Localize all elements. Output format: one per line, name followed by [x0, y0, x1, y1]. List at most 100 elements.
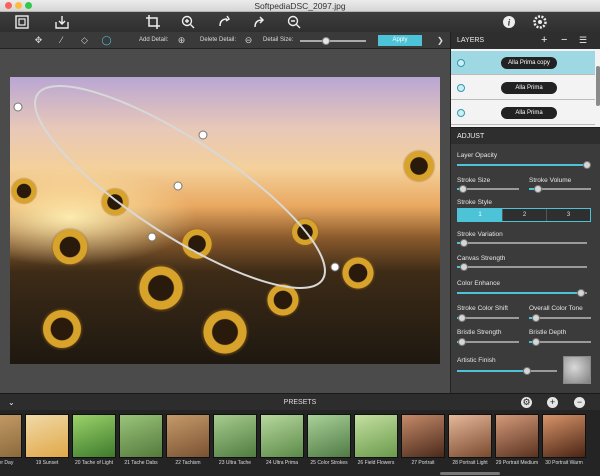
app-window: SoftpediaDSC_2097.jpg i ✥ ⁄ ◇ ◯ Add Deta… — [0, 0, 600, 476]
preset-thumbnail[interactable] — [166, 414, 210, 458]
remove-layer-icon[interactable]: − — [561, 32, 567, 49]
layer-row[interactable]: Alla Prima — [451, 76, 595, 100]
preset-thumbnail[interactable] — [542, 414, 586, 458]
add-preset-button[interactable]: + — [547, 397, 558, 408]
preset-item[interactable]: 28 Portrait Light — [448, 414, 492, 476]
preset-item[interactable]: 21 Tache Dabs — [119, 414, 163, 476]
lasso-icon[interactable]: ◯ — [101, 35, 112, 46]
eraser-icon[interactable]: ◇ — [79, 35, 90, 46]
preset-thumbnail[interactable] — [260, 414, 304, 458]
brush-icon[interactable]: ⁄ — [56, 35, 67, 46]
right-panel: LAYERS + − ☰ Alla Prima copy Alla Prima … — [450, 32, 600, 393]
window-title: SoftpediaDSC_2097.jpg — [254, 1, 346, 11]
adjust-header: ADJUST — [451, 127, 600, 144]
stroke-volume-label: Stroke Volume — [529, 177, 572, 184]
preset-item[interactable]: 25 Color Strokes — [307, 414, 351, 476]
preset-thumbnail[interactable] — [25, 414, 69, 458]
layer-row[interactable]: Alla Prima copy — [451, 51, 595, 75]
color-enhance-slider[interactable] — [457, 289, 587, 297]
preset-item[interactable]: 29 Portrait Medium — [495, 414, 539, 476]
layers-scrollbar[interactable] — [596, 66, 600, 106]
layer-opacity-slider[interactable] — [457, 161, 591, 169]
preset-options-icon[interactable]: ⚙ — [521, 397, 532, 408]
stroke-style-option-3[interactable]: 3 — [546, 209, 590, 221]
add-layer-icon[interactable]: + — [541, 32, 547, 49]
preset-item[interactable]: 20 Tache of Light — [72, 414, 116, 476]
bristle-depth-slider[interactable] — [529, 338, 591, 346]
settings-icon[interactable] — [532, 14, 548, 30]
preset-item[interactable]: 22 Tachism — [166, 414, 210, 476]
preset-thumbnail[interactable] — [72, 414, 116, 458]
painting-image[interactable] — [10, 77, 440, 364]
presets-scrollbar[interactable] — [440, 472, 500, 475]
preset-thumbnail[interactable] — [495, 414, 539, 458]
layer-name: Alla Prima copy — [501, 57, 557, 69]
presets-title: PRESETS — [283, 399, 317, 406]
detail-size-thumb[interactable] — [322, 37, 331, 45]
stroke-color-shift-slider[interactable] — [457, 314, 519, 322]
canvas-texture-swatch[interactable] — [563, 356, 591, 384]
preset-item[interactable]: 27 Portrait — [401, 414, 445, 476]
preset-thumbnail[interactable] — [448, 414, 492, 458]
preset-thumbnail[interactable] — [119, 414, 163, 458]
preset-item[interactable]: 23 Ultra Tache — [213, 414, 257, 476]
preset-label: 25 Color Strokes — [310, 460, 348, 466]
preset-thumbnail[interactable] — [354, 414, 398, 458]
rotate-left-icon[interactable] — [216, 14, 232, 30]
stroke-style-selector[interactable]: 1 2 3 — [457, 208, 591, 222]
color-enhance-label: Color Enhance — [457, 280, 500, 287]
preset-item[interactable]: …mber Day — [0, 414, 22, 476]
layers-header: LAYERS + − ☰ — [451, 32, 600, 49]
preset-label: 26 Field Flowers — [357, 460, 395, 466]
preset-label: 21 Tache Dabs — [124, 460, 158, 466]
options-bar: ✥ ⁄ ◇ ◯ Add Detail: ⊕ Delete Detail: ⊖ D… — [0, 32, 450, 49]
collapse-panel-icon[interactable]: ❯ — [437, 32, 444, 49]
preset-item[interactable]: 19 Sunset — [25, 414, 69, 476]
bristle-strength-slider[interactable] — [457, 338, 519, 346]
preset-label: 29 Portrait Medium — [495, 460, 539, 466]
preset-thumbnail[interactable] — [213, 414, 257, 458]
remove-preset-button[interactable]: − — [574, 397, 585, 408]
artistic-finish-label: Artistic Finish — [457, 357, 496, 364]
layer-visibility-icon[interactable] — [457, 84, 465, 92]
stroke-variation-slider[interactable] — [457, 239, 587, 247]
preset-thumbnail[interactable] — [307, 414, 351, 458]
save-icon[interactable] — [54, 14, 70, 30]
preset-item[interactable]: 30 Portrait Warm — [542, 414, 586, 476]
layer-row[interactable]: Alla Prima — [451, 101, 595, 125]
stroke-style-option-2[interactable]: 2 — [502, 209, 546, 221]
preset-label: 28 Portrait Light — [452, 460, 488, 466]
stroke-variation-label: Stroke Variation — [457, 231, 503, 238]
layer-visibility-icon[interactable] — [457, 109, 465, 117]
artistic-finish-slider[interactable] — [457, 367, 557, 375]
bristle-strength-label: Bristle Strength — [457, 329, 502, 336]
rotate-right-icon[interactable] — [251, 14, 267, 30]
stroke-size-slider[interactable] — [457, 185, 519, 193]
preset-label: 23 Ultra Tache — [218, 460, 252, 466]
canvas-area — [0, 49, 450, 393]
move-icon[interactable]: ✥ — [33, 35, 44, 46]
overall-color-tone-slider[interactable] — [529, 314, 591, 322]
stroke-volume-slider[interactable] — [529, 185, 591, 193]
canvas-strength-slider[interactable] — [457, 263, 587, 271]
delete-detail-icon[interactable]: ⊖ — [243, 35, 254, 46]
bristle-depth-label: Bristle Depth — [529, 329, 567, 336]
crop-icon[interactable] — [145, 14, 161, 30]
preset-item[interactable]: 24 Ultra Prima — [260, 414, 304, 476]
stroke-style-option-1[interactable]: 1 — [458, 209, 502, 221]
preset-thumbnail[interactable] — [401, 414, 445, 458]
zoom-in-icon[interactable] — [180, 14, 196, 30]
preset-item[interactable]: 26 Field Flowers — [354, 414, 398, 476]
preset-thumbnail[interactable] — [0, 414, 22, 458]
zoom-out-icon[interactable] — [286, 14, 302, 30]
apply-button[interactable]: Apply — [378, 35, 422, 46]
selection-ellipse[interactable] — [10, 77, 440, 364]
open-image-icon[interactable] — [14, 14, 30, 30]
adjust-title: ADJUST — [457, 133, 485, 140]
info-icon[interactable]: i — [501, 14, 517, 30]
detail-size-slider[interactable] — [300, 37, 366, 45]
delete-detail-label: Delete Detail: — [200, 37, 237, 43]
layer-visibility-icon[interactable] — [457, 59, 465, 67]
add-detail-icon[interactable]: ⊕ — [176, 35, 187, 46]
layers-menu-icon[interactable]: ☰ — [579, 32, 587, 49]
